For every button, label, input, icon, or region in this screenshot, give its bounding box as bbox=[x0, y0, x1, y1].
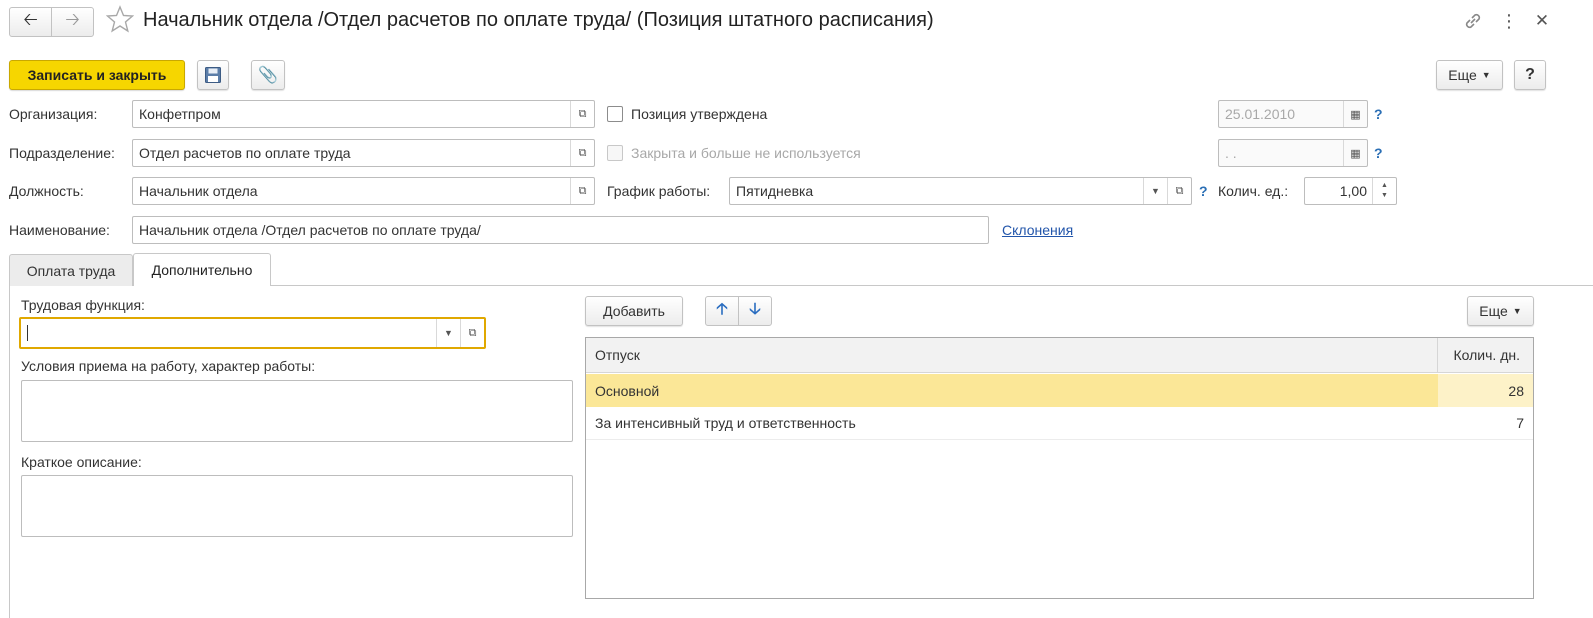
paperclip-icon: 📎 bbox=[258, 67, 278, 84]
open-icon[interactable]: ⧉ bbox=[1167, 178, 1191, 204]
units-field[interactable]: 1,00 ▲ ▼ bbox=[1304, 177, 1397, 205]
name-value: Начальник отдела /Отдел расчетов по опла… bbox=[139, 222, 481, 238]
schedule-label: График работы: bbox=[607, 183, 711, 199]
arrow-up-icon: 🡡 bbox=[716, 300, 728, 318]
tab-payroll-label: Оплата труда bbox=[26, 262, 116, 279]
units-value: 1,00 bbox=[1339, 183, 1367, 199]
help-label: ? bbox=[1525, 66, 1535, 83]
declensions-link[interactable]: Склонения bbox=[1002, 222, 1073, 238]
tab-payroll[interactable]: Оплата труда bbox=[9, 254, 133, 286]
help-icon[interactable]: ? bbox=[1374, 106, 1383, 122]
name-label: Наименование: bbox=[9, 222, 110, 238]
forward-button[interactable]: 🡢 bbox=[52, 8, 93, 36]
arrow-right-icon: 🡢 bbox=[65, 9, 80, 29]
description-textarea[interactable] bbox=[21, 475, 573, 537]
calendar-icon: ▦ bbox=[1343, 140, 1367, 166]
division-label: Подразделение: bbox=[9, 145, 115, 161]
more-menu-label: Еще bbox=[1448, 67, 1477, 83]
table-row[interactable]: За интенсивный труд и ответственность 7 bbox=[586, 407, 1533, 440]
help-button[interactable]: ? bbox=[1514, 60, 1546, 90]
move-down-button[interactable]: 🡣 bbox=[739, 297, 771, 325]
dropdown-icon[interactable]: ▼ bbox=[436, 319, 460, 347]
division-field[interactable]: Отдел расчетов по оплате труда ⧉ bbox=[132, 139, 595, 167]
help-icon[interactable]: ? bbox=[1199, 183, 1208, 199]
table-header: Отпуск Колич. дн. bbox=[586, 338, 1533, 373]
page-title: Начальник отдела /Отдел расчетов по опла… bbox=[143, 9, 934, 31]
vacation-table: Отпуск Колич. дн. Основной 28 За интенси… bbox=[585, 337, 1534, 599]
move-buttons-group: 🡡 🡣 bbox=[705, 296, 772, 326]
approved-checkbox[interactable] bbox=[607, 106, 623, 122]
name-field[interactable]: Начальник отдела /Отдел расчетов по опла… bbox=[132, 216, 989, 244]
add-vacation-button[interactable]: Добавить bbox=[585, 296, 683, 326]
closed-label: Закрыта и больше не используется bbox=[631, 145, 861, 161]
column-header-days[interactable]: Колич. дн. bbox=[1438, 347, 1533, 363]
approved-date-field: 25.01.2010 ▦ bbox=[1218, 100, 1368, 128]
link-icon[interactable] bbox=[1462, 10, 1484, 32]
description-label: Краткое описание: bbox=[21, 454, 142, 470]
more-menu-button[interactable]: Еще ▼ bbox=[1436, 60, 1503, 90]
stepper-icon[interactable]: ▲ ▼ bbox=[1372, 178, 1396, 204]
conditions-textarea[interactable] bbox=[21, 380, 573, 442]
move-up-button[interactable]: 🡡 bbox=[706, 297, 739, 325]
close-icon[interactable]: ✕ bbox=[1532, 8, 1552, 34]
chevron-down-icon: ▼ bbox=[1512, 306, 1522, 316]
arrow-down-icon: 🡣 bbox=[749, 300, 761, 318]
organization-label: Организация: bbox=[9, 106, 98, 122]
back-button[interactable]: 🡠 bbox=[10, 8, 52, 36]
closed-checkbox bbox=[607, 145, 623, 161]
save-and-close-label: Записать и закрыть bbox=[27, 67, 167, 83]
tab-additional-label: Дополнительно bbox=[151, 262, 253, 278]
vacation-days-cell: 7 bbox=[1516, 415, 1524, 431]
organization-value: Конфетпром bbox=[139, 106, 221, 122]
calendar-icon: ▦ bbox=[1343, 101, 1367, 127]
vacation-name-cell: Основной bbox=[595, 382, 660, 399]
help-icon[interactable]: ? bbox=[1374, 145, 1383, 161]
tab-additional[interactable]: Дополнительно bbox=[133, 253, 271, 286]
schedule-field[interactable]: Пятидневка ▼ ⧉ bbox=[729, 177, 1192, 205]
dropdown-icon[interactable]: ▼ bbox=[1143, 178, 1167, 204]
open-icon[interactable]: ⧉ bbox=[570, 101, 594, 127]
table-more-label: Еще bbox=[1479, 303, 1508, 319]
labor-function-value bbox=[27, 325, 436, 341]
open-icon[interactable]: ⧉ bbox=[570, 178, 594, 204]
chevron-down-icon: ▼ bbox=[1481, 70, 1491, 80]
table-row[interactable]: Основной 28 bbox=[586, 374, 1533, 407]
arrow-left-icon: 🡠 bbox=[23, 9, 38, 29]
vacation-name-cell: За интенсивный труд и ответственность bbox=[595, 415, 856, 431]
labor-function-field[interactable]: ▼ ⧉ bbox=[19, 317, 486, 349]
add-vacation-label: Добавить bbox=[603, 303, 665, 319]
tab-panel-border bbox=[9, 286, 10, 618]
position-field[interactable]: Начальник отдела ⧉ bbox=[132, 177, 595, 205]
conditions-label: Условия приема на работу, характер работ… bbox=[21, 358, 316, 374]
save-button[interactable] bbox=[197, 60, 229, 90]
units-label: Колич. ед.: bbox=[1218, 183, 1289, 199]
favorite-star-icon[interactable] bbox=[105, 5, 135, 37]
vacation-days-cell: 28 bbox=[1438, 374, 1533, 407]
schedule-value: Пятидневка bbox=[736, 183, 814, 199]
closed-date-value: . . bbox=[1225, 145, 1237, 161]
approved-label: Позиция утверждена bbox=[631, 106, 768, 122]
position-value: Начальник отдела bbox=[139, 183, 258, 199]
attach-file-button[interactable]: 📎 bbox=[251, 60, 285, 90]
table-more-button[interactable]: Еще ▼ bbox=[1467, 296, 1534, 326]
floppy-disk-icon bbox=[205, 67, 221, 83]
labor-function-label: Трудовая функция: bbox=[21, 297, 145, 313]
kebab-menu-icon[interactable]: ⋮ bbox=[1500, 8, 1518, 34]
save-and-close-button[interactable]: Записать и закрыть bbox=[9, 60, 185, 90]
nav-buttons-group: 🡠 🡢 bbox=[9, 7, 94, 37]
position-label: Должность: bbox=[9, 183, 84, 199]
open-icon[interactable]: ⧉ bbox=[460, 319, 484, 347]
organization-field[interactable]: Конфетпром ⧉ bbox=[132, 100, 595, 128]
division-value: Отдел расчетов по оплате труда bbox=[139, 145, 351, 161]
approved-date-value: 25.01.2010 bbox=[1225, 106, 1296, 122]
closed-date-field: . . ▦ bbox=[1218, 139, 1368, 167]
column-header-vacation[interactable]: Отпуск bbox=[586, 338, 1438, 372]
open-icon[interactable]: ⧉ bbox=[570, 140, 594, 166]
